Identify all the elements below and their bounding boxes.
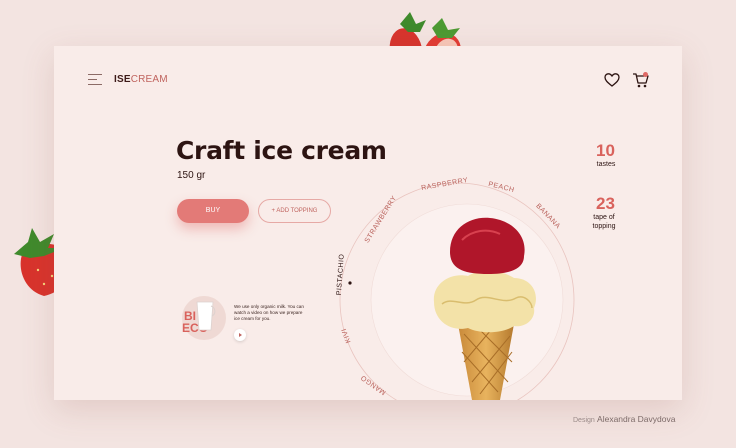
credit-prefix: Design: [573, 417, 595, 424]
eco-milk-badge: BI ECO: [182, 296, 232, 340]
wheel-selected-marker: [348, 281, 352, 285]
promo-description: We use only organic milk. You can watch …: [234, 304, 304, 321]
flavor-wheel: [339, 182, 575, 400]
credit-name: Alexandra Davydova: [597, 414, 676, 424]
milk-glass-image: [196, 301, 216, 331]
design-credit: Design Alexandra Davydova: [573, 414, 675, 424]
play-icon[interactable]: [234, 329, 246, 341]
ice-cream-cone-image: [433, 217, 536, 400]
product-card: ISECREAM Craft ice cream 150 gr BUY + AD…: [54, 46, 682, 400]
